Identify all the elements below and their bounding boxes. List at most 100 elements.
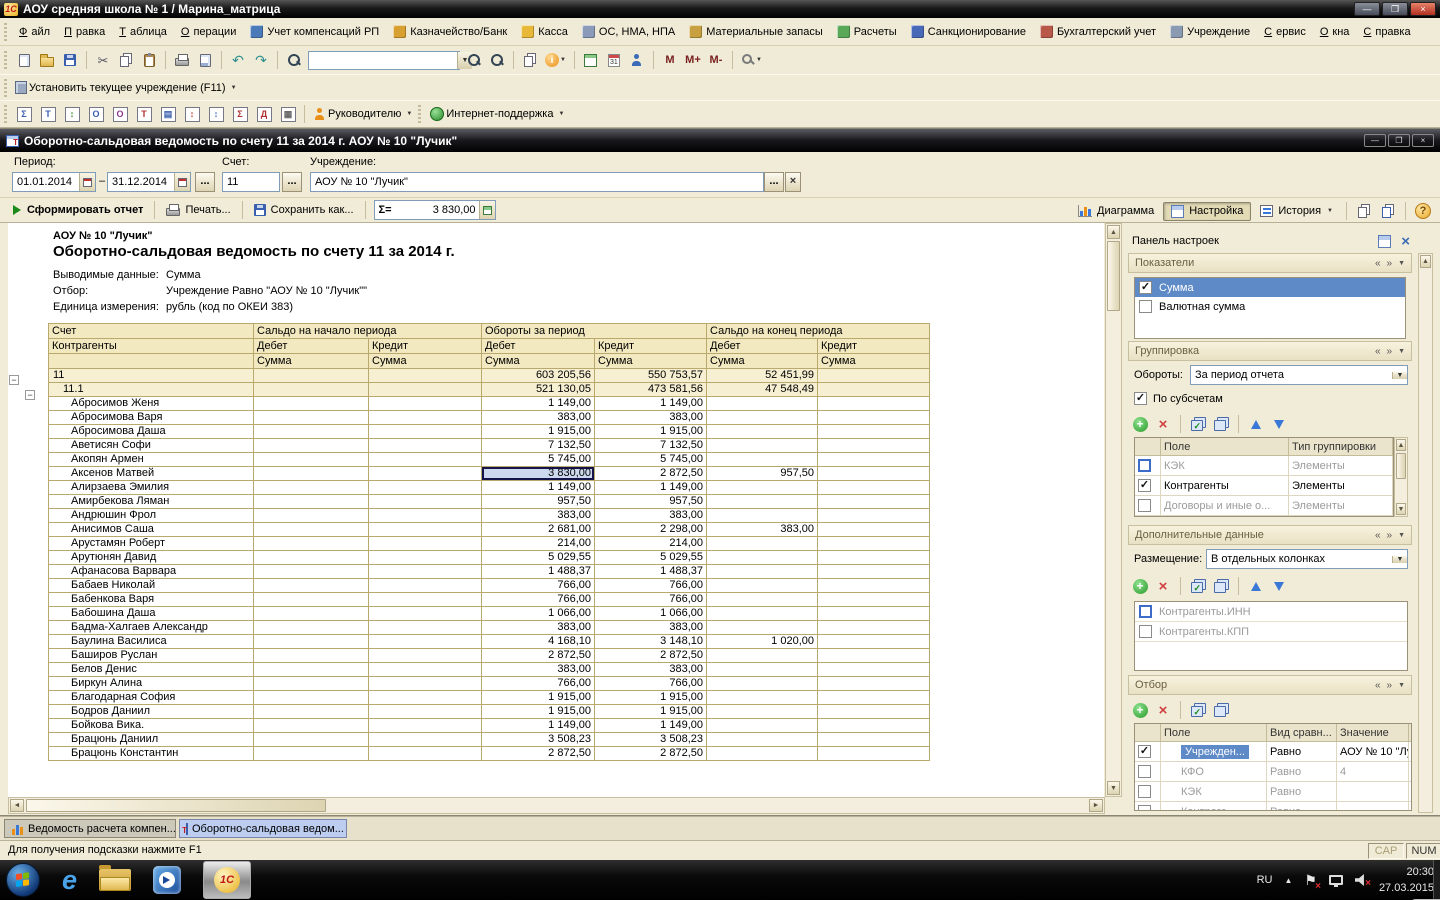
filter-row[interactable]: ✓Учрежден...РавноАОУ № 10 "Лу... xyxy=(1135,742,1411,762)
amount-cell[interactable]: 1 149,00 xyxy=(482,397,595,411)
report-button-11[interactable]: Д xyxy=(253,103,275,125)
delete-button[interactable]: × xyxy=(1153,414,1173,434)
open-document-button[interactable] xyxy=(36,49,58,71)
filter-row[interactable]: КЭКРавно xyxy=(1135,782,1411,802)
account-name-cell[interactable]: Алирзаева Эмилия xyxy=(49,481,254,495)
add-button[interactable]: + xyxy=(1130,576,1150,596)
amount-cell[interactable] xyxy=(254,453,369,467)
section-filter-header[interactable]: Отбор «»▼ xyxy=(1128,675,1412,695)
show-desktop-button[interactable] xyxy=(1433,860,1440,900)
volume-icon[interactable]: × xyxy=(1355,874,1367,886)
find-next-button[interactable] xyxy=(463,49,485,71)
amount-cell[interactable] xyxy=(254,565,369,579)
amount-cell[interactable] xyxy=(254,397,369,411)
report-button-6[interactable]: Т xyxy=(133,103,155,125)
amount-cell[interactable] xyxy=(707,495,818,509)
checkbox[interactable]: ✓ xyxy=(1134,392,1147,405)
account-name-cell[interactable]: Белов Денис xyxy=(49,663,254,677)
selected-amount-cell[interactable]: 3 830,00 xyxy=(482,467,595,481)
account-name-cell[interactable]: Арутюнян Давид xyxy=(49,551,254,565)
amount-cell[interactable] xyxy=(707,439,818,453)
amount-cell[interactable] xyxy=(369,691,482,705)
account-name-cell[interactable]: Бабенкова Варя xyxy=(49,593,254,607)
table-header-cell[interactable]: Дебет xyxy=(707,339,818,354)
history-button[interactable]: История ▼ xyxy=(1253,203,1340,219)
expand-right-icon[interactable]: » xyxy=(1387,258,1393,269)
table-header-cell[interactable]: Кредит xyxy=(369,339,482,354)
amount-cell[interactable]: 957,50 xyxy=(707,467,818,481)
menu-item[interactable]: ОС, НМА, НПА xyxy=(575,22,682,41)
amount-cell[interactable] xyxy=(369,523,482,537)
amount-cell[interactable]: 52 451,99 xyxy=(707,369,818,383)
account-name-cell[interactable]: Абросимов Женя xyxy=(49,397,254,411)
move-up-button[interactable] xyxy=(1246,414,1266,434)
menu-item[interactable]: Файл xyxy=(12,23,57,41)
table-header-cell[interactable]: Сумма xyxy=(482,354,595,369)
amount-cell[interactable] xyxy=(254,411,369,425)
amount-cell[interactable] xyxy=(254,663,369,677)
account-field[interactable]: 11 xyxy=(222,172,280,192)
amount-cell[interactable]: 5 029,55 xyxy=(595,551,707,565)
amount-cell[interactable] xyxy=(707,411,818,425)
amount-cell[interactable] xyxy=(818,565,930,579)
amount-cell[interactable] xyxy=(254,551,369,565)
check-all-button[interactable]: ✓ xyxy=(1188,576,1208,596)
amount-cell[interactable] xyxy=(818,607,930,621)
amount-cell[interactable] xyxy=(254,691,369,705)
save-document-button[interactable] xyxy=(59,49,81,71)
amount-cell[interactable]: 1 149,00 xyxy=(482,481,595,495)
account-name-cell[interactable]: Анисимов Саша xyxy=(49,523,254,537)
checkbox[interactable]: ✓ xyxy=(1138,745,1151,758)
amount-cell[interactable]: 1 488,37 xyxy=(482,565,595,579)
scroll-thumb[interactable] xyxy=(1107,241,1120,311)
amount-cell[interactable] xyxy=(369,747,482,761)
search-input[interactable] xyxy=(309,52,457,69)
grouping-row[interactable]: КЭКЭлементы xyxy=(1135,456,1393,476)
amount-cell[interactable]: 2 872,50 xyxy=(595,649,707,663)
amount-cell[interactable] xyxy=(707,579,818,593)
amount-cell[interactable] xyxy=(707,537,818,551)
amount-cell[interactable] xyxy=(254,509,369,523)
account-name-cell[interactable]: Аксенов Матвей xyxy=(49,467,254,481)
menu-item[interactable]: Расчеты xyxy=(830,22,904,41)
amount-cell[interactable] xyxy=(254,635,369,649)
file-explorer-icon[interactable] xyxy=(99,869,131,891)
table-header-cell[interactable]: Счет xyxy=(49,324,254,339)
account-name-cell[interactable]: 11 xyxy=(49,369,254,383)
account-name-cell[interactable]: Бабошина Даша xyxy=(49,607,254,621)
checkbox[interactable] xyxy=(1138,765,1151,778)
amount-cell[interactable]: 473 581,56 xyxy=(595,383,707,397)
redo-button[interactable]: ↷ xyxy=(250,49,272,71)
menu-item[interactable]: Таблица xyxy=(112,23,174,41)
amount-cell[interactable] xyxy=(707,747,818,761)
amount-cell[interactable]: 383,00 xyxy=(595,621,707,635)
amount-cell[interactable] xyxy=(818,663,930,677)
start-button[interactable] xyxy=(6,863,40,897)
toolbar-grip[interactable] xyxy=(418,105,421,123)
search-button[interactable] xyxy=(283,49,305,71)
search-combo[interactable]: ▼ xyxy=(308,51,460,70)
doc-minimize-button[interactable]: — xyxy=(1364,134,1386,147)
table-header-cell[interactable]: Дебет xyxy=(482,339,595,354)
account-name-cell[interactable]: Брацюнь Константин xyxy=(49,747,254,761)
move-down-button[interactable] xyxy=(1269,576,1289,596)
amount-cell[interactable] xyxy=(707,719,818,733)
amount-cell[interactable] xyxy=(707,481,818,495)
scroll-up-icon[interactable]: ▲ xyxy=(1107,225,1120,239)
account-name-cell[interactable]: Арустамян Роберт xyxy=(49,537,254,551)
amount-cell[interactable] xyxy=(254,621,369,635)
chevron-down-icon[interactable]: ▼ xyxy=(1398,682,1405,689)
table-header-cell[interactable]: Сумма xyxy=(818,354,930,369)
period-select-button[interactable]: ... xyxy=(195,172,215,192)
amount-cell[interactable]: 2 872,50 xyxy=(595,467,707,481)
minimize-button[interactable]: — xyxy=(1354,2,1380,16)
amount-cell[interactable] xyxy=(254,495,369,509)
amount-cell[interactable]: 957,50 xyxy=(482,495,595,509)
collapse-group-button[interactable]: − xyxy=(9,375,19,385)
checkbox[interactable] xyxy=(1138,805,1151,811)
amount-cell[interactable] xyxy=(707,705,818,719)
scroll-up-icon[interactable]: ▲ xyxy=(1420,255,1431,268)
amount-cell[interactable] xyxy=(254,747,369,761)
amount-cell[interactable]: 214,00 xyxy=(482,537,595,551)
section-controls[interactable]: «»▼ xyxy=(1375,258,1405,269)
